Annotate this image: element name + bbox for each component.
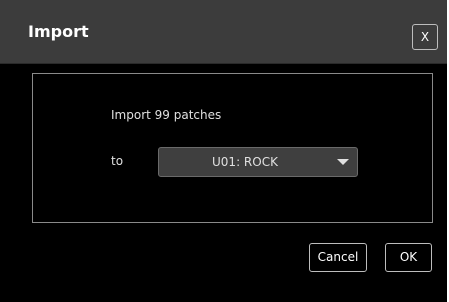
dialog-titlebar: Import X	[0, 0, 447, 64]
destination-select-value: U01: ROCK	[212, 155, 278, 169]
destination-label: to	[111, 154, 124, 168]
dialog-title: Import	[28, 22, 89, 41]
ok-button[interactable]: OK	[385, 243, 432, 272]
close-button[interactable]: X	[412, 24, 438, 50]
destination-select[interactable]: U01: ROCK	[158, 147, 358, 177]
import-dialog: Import X Import 99 patches to U01: ROCK …	[0, 0, 449, 302]
chevron-down-icon	[337, 159, 349, 165]
import-count-message: Import 99 patches	[111, 108, 222, 122]
import-options-panel: Import 99 patches to U01: ROCK	[32, 73, 433, 223]
cancel-button[interactable]: Cancel	[309, 243, 367, 272]
